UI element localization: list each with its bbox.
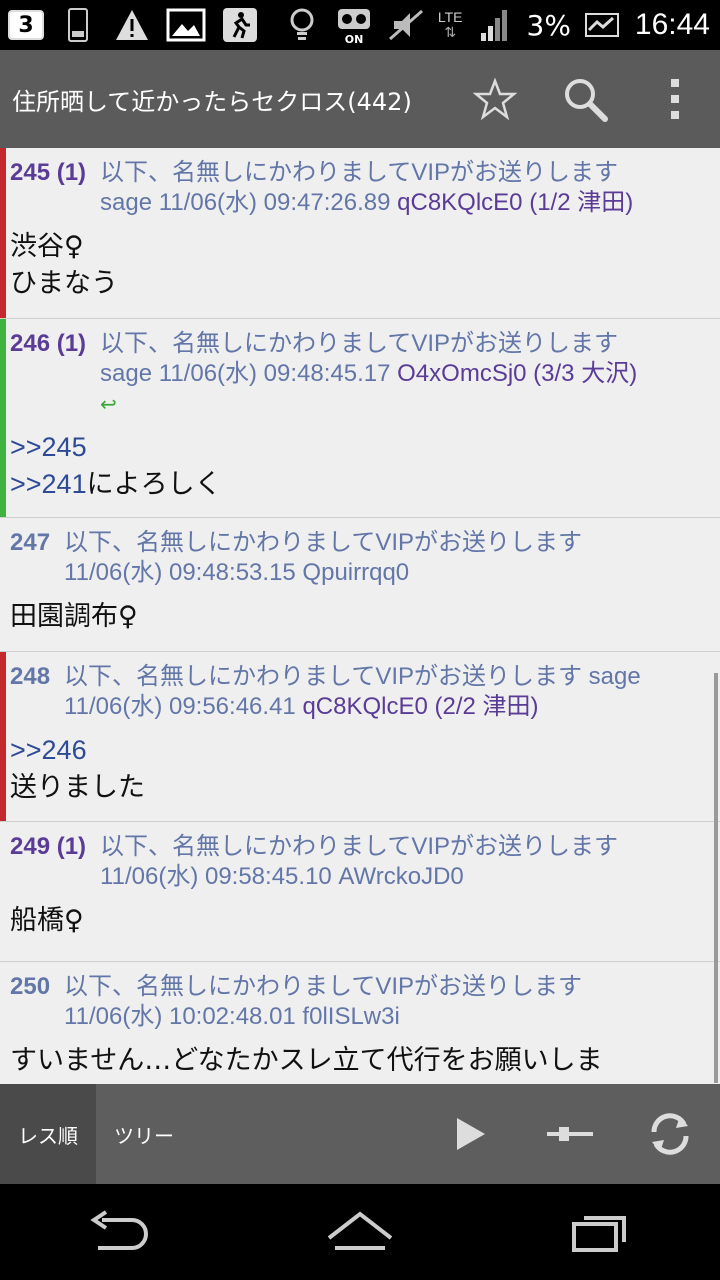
post-meta: 11/06(水) 09:48:53.15 Qpuirrqq0 [64, 559, 410, 586]
play-icon [457, 1118, 485, 1150]
search-icon [565, 79, 608, 122]
post-number[interactable]: 247 [10, 528, 50, 558]
back-button[interactable] [60, 1184, 180, 1280]
lte-label: LTE [437, 9, 463, 25]
post-name: 以下、名無しにかわりましてVIPがお送りします [100, 833, 619, 860]
notification-count-icon: 3 [8, 10, 44, 40]
tab-tree[interactable]: ツリー [96, 1084, 192, 1184]
post-line: によろしく [86, 469, 222, 500]
post-line: 田園調布♀ [10, 601, 138, 632]
post-list[interactable]: 245 (1) 以下、名無しにかわりましてVIPがお送りします sage 11/… [0, 148, 720, 1084]
post-meta: sage 11/06(水) 09:47:26.89 [100, 189, 398, 216]
play-button[interactable] [420, 1084, 520, 1184]
home-icon [327, 1211, 393, 1250]
reply-icon[interactable]: ↩ [100, 389, 637, 419]
navigation-bar [0, 1184, 720, 1280]
post-247[interactable]: 247 以下、名無しにかわりましてVIPがお送りします 11/06(水) 09:… [0, 518, 720, 652]
clock: 16:44 [634, 8, 710, 41]
post-line: ひまなう [10, 268, 118, 299]
post-meta: 11/06(水) 10:02:48.01 f0lISLw3i [64, 1003, 400, 1030]
scrollbar[interactable] [714, 673, 718, 1083]
signal-icon [475, 5, 515, 45]
post-line: すいません…どなたかスレ立て代行をお願いしま [10, 1045, 603, 1076]
search-button[interactable] [540, 50, 630, 148]
status-bar: 3 ON LTE ⇅ 3% 16:44 [0, 0, 720, 50]
post-body: >>245 >>241によろしく [10, 429, 710, 503]
action-bar: 住所晒して近かったらセクロス(442) [0, 50, 720, 148]
sd-card-icon [58, 5, 98, 45]
post-id[interactable]: O4xOmcSj0 (3/3 大沢) [397, 360, 637, 387]
svg-text:ON: ON [345, 33, 364, 45]
post-meta: 11/06(水) 09:58:45.10 AWrckoJD0 [100, 863, 464, 890]
warning-icon [112, 5, 152, 45]
post-number[interactable]: 248 [10, 662, 50, 692]
post-body: >>246 送りました [10, 732, 710, 806]
post-body: 田園調布♀ [10, 598, 710, 635]
slider-button[interactable] [520, 1084, 620, 1184]
post-id[interactable]: qC8KQlcE0 (2/2 津田) [302, 693, 538, 720]
post-meta: sage 11/06(水) 09:48:45.17 [100, 360, 398, 387]
post-body: 渋谷♀ ひまなう [10, 228, 710, 302]
image-icon [166, 5, 206, 45]
post-250[interactable]: 250 以下、名無しにかわりましてVIPがお送りします 11/06(水) 10:… [0, 962, 720, 1084]
post-246[interactable]: 246 (1) 以下、名無しにかわりましてVIPがお送りします sage 11/… [0, 319, 720, 518]
refresh-button[interactable] [620, 1084, 720, 1184]
favorite-button[interactable] [450, 50, 540, 148]
post-name: 以下、名無しにかわりましてVIPがお送りします sage [64, 663, 641, 690]
post-marker [0, 319, 6, 517]
thread-title: 住所晒して近かったらセクロス(442) [12, 87, 412, 116]
slider-icon [547, 1127, 593, 1141]
post-name: 以下、名無しにかわりましてVIPがお送りします [64, 529, 583, 556]
runner-icon [220, 5, 260, 45]
post-line: 船橋♀ [10, 905, 84, 936]
post-249[interactable]: 249 (1) 以下、名無しにかわりましてVIPがお送りします 11/06(水)… [0, 822, 720, 962]
battery-icon [583, 5, 623, 45]
post-name: 以下、名無しにかわりましてVIPがお送りします [64, 973, 583, 1000]
bottom-tab-bar: レス順 ツリー [0, 1084, 720, 1184]
post-name: 以下、名無しにかわりましてVIPがお送りします [100, 159, 619, 186]
post-number[interactable]: 245 (1) [10, 158, 86, 188]
post-line: 送りました [10, 772, 145, 803]
anchor-link[interactable]: >>241 [10, 469, 87, 499]
post-number[interactable]: 246 (1) [10, 329, 86, 359]
post-number[interactable]: 249 (1) [10, 832, 86, 862]
bulb-icon [282, 5, 322, 45]
recent-apps-button[interactable] [540, 1184, 660, 1280]
overflow-menu-icon [671, 79, 679, 119]
post-number[interactable]: 250 [10, 972, 50, 1002]
post-body: すいません…どなたかスレ立て代行をお願いしま [10, 1042, 710, 1079]
mute-icon [386, 5, 426, 45]
post-line: 渋谷♀ [10, 231, 84, 262]
star-icon [473, 77, 517, 121]
tab-res-order[interactable]: レス順 [0, 1084, 96, 1184]
battery-percent: 3% [526, 8, 571, 42]
post-name: 以下、名無しにかわりましてVIPがお送りします [100, 330, 619, 357]
post-marker [0, 148, 6, 318]
refresh-icon [651, 1113, 689, 1155]
voicemail-icon: ON [334, 5, 374, 45]
post-marker [0, 652, 6, 821]
post-body: 船橋♀ [10, 902, 710, 939]
post-245[interactable]: 245 (1) 以下、名無しにかわりましてVIPがお送りします sage 11/… [0, 148, 720, 319]
post-meta: 11/06(水) 09:56:46.41 [64, 693, 303, 720]
home-button[interactable] [300, 1184, 420, 1280]
post-id[interactable]: qC8KQlcE0 (1/2 津田) [397, 189, 633, 216]
anchor-link[interactable]: >>246 [10, 735, 87, 765]
post-248[interactable]: 248 以下、名無しにかわりましてVIPがお送りします sage 11/06(水… [0, 652, 720, 822]
overflow-menu-button[interactable] [630, 50, 720, 148]
anchor-link[interactable]: >>245 [10, 432, 87, 462]
recent-apps-icon [572, 1216, 626, 1252]
back-icon [90, 1210, 148, 1250]
